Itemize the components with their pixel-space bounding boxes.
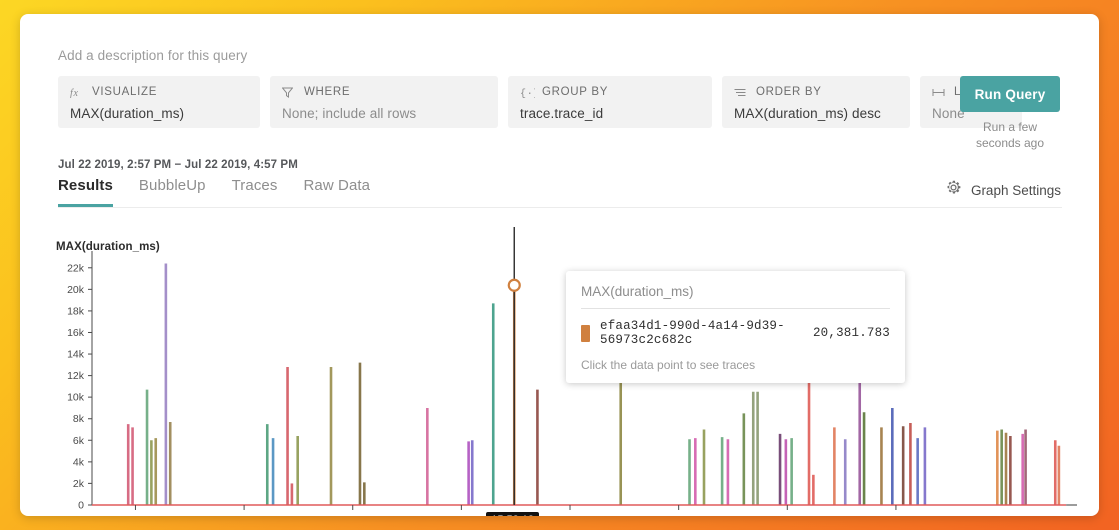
run-query-area: Run Query Run a few seconds ago: [960, 76, 1060, 152]
tab-results[interactable]: Results: [58, 177, 113, 207]
svg-text:20k: 20k: [67, 284, 85, 296]
svg-text:10k: 10k: [67, 392, 85, 404]
query-clause-where-header: WHERE: [282, 86, 486, 98]
gear-icon: [945, 179, 962, 201]
datapoint-tooltip: MAX(duration_ms) efaa34d1-990d-4a14-9d39…: [566, 271, 905, 383]
tooltip-color-swatch: [581, 324, 590, 342]
query-clause-where-label: WHERE: [304, 86, 351, 98]
svg-text:0: 0: [78, 500, 84, 512]
limit-icon: [932, 87, 947, 98]
query-clause-visualize-value: MAX(duration_ms): [70, 106, 185, 121]
tabs-divider: [58, 207, 1062, 208]
run-status-line-1: Run a few: [982, 120, 1038, 134]
svg-text:4k: 4k: [73, 456, 85, 468]
graph-settings-button[interactable]: Graph Settings: [945, 179, 1061, 201]
query-clause-groupby-value: trace.trace_id: [520, 106, 604, 121]
svg-text:14k: 14k: [67, 349, 85, 361]
run-status-line-2: seconds ago: [975, 135, 1045, 150]
query-clause-groupby-label: GROUP BY: [542, 86, 609, 98]
query-clause-orderby[interactable]: ORDER BY MAX(duration_ms) desc: [722, 76, 910, 128]
query-builder-row: fx VISUALIZE MAX(duration_ms) WHERE None…: [58, 76, 1022, 128]
filter-icon: [282, 87, 297, 98]
query-clause-visualize-label: VISUALIZE: [92, 86, 158, 98]
sort-icon: [734, 87, 749, 98]
tooltip-title: MAX(duration_ms): [581, 284, 890, 309]
query-clause-orderby-value: MAX(duration_ms) desc: [734, 106, 881, 121]
run-status: Run a few seconds ago: [960, 120, 1060, 152]
results-chart[interactable]: MAX(duration_ms) 0 2k 4k 6k 8k 10k 12k 14k 16k 18…: [20, 219, 1099, 516]
results-tabs: Results BubbleUp Traces Raw Data: [58, 177, 370, 207]
run-query-button[interactable]: Run Query: [960, 76, 1060, 112]
chart-plot-svg[interactable]: 02k4k6k8k10k12k14k16k18k20k22k15:0015:15…: [20, 219, 1099, 516]
tab-raw-data[interactable]: Raw Data: [303, 177, 370, 207]
query-clause-groupby-header: {·} GROUP BY: [520, 86, 700, 98]
tooltip-series-value: 20,381.783: [812, 326, 890, 340]
cursor-time-label: 15:52:18: [486, 512, 540, 516]
tooltip-hint: Click the data point to see traces: [581, 358, 756, 372]
svg-text:16k: 16k: [67, 327, 85, 339]
svg-text:18k: 18k: [67, 305, 85, 317]
query-results-card: Add a description for this query fx VISU…: [20, 14, 1099, 516]
tooltip-series-key: efaa34d1-990d-4a14-9d39-56973c2c682c: [600, 319, 785, 347]
tooltip-series-row: efaa34d1-990d-4a14-9d39-56973c2c682c 20,…: [581, 319, 890, 347]
svg-text:{·}: {·}: [520, 88, 535, 98]
svg-text:12k: 12k: [67, 370, 85, 382]
tab-traces[interactable]: Traces: [232, 177, 278, 207]
query-clause-where-value: None; include all rows: [282, 106, 417, 121]
time-range-label[interactable]: Jul 22 2019, 2:57 PM − Jul 22 2019, 4:57…: [58, 159, 298, 171]
function-icon: fx: [70, 87, 85, 98]
graph-settings-label: Graph Settings: [970, 182, 1061, 198]
svg-text:6k: 6k: [73, 435, 85, 447]
braces-icon: {·}: [520, 87, 535, 98]
svg-text:22k: 22k: [67, 262, 85, 274]
svg-text:8k: 8k: [73, 413, 85, 425]
tab-bubbleup[interactable]: BubbleUp: [139, 177, 206, 207]
query-clause-orderby-label: ORDER BY: [756, 86, 822, 98]
query-clause-visualize-header: fx VISUALIZE: [70, 86, 248, 98]
query-clause-groupby[interactable]: {·} GROUP BY trace.trace_id: [508, 76, 712, 128]
query-clause-where[interactable]: WHERE None; include all rows: [270, 76, 498, 128]
query-description-input[interactable]: Add a description for this query: [58, 48, 247, 63]
svg-text:fx: fx: [70, 88, 79, 98]
query-clause-orderby-header: ORDER BY: [734, 86, 898, 98]
svg-text:2k: 2k: [73, 478, 85, 490]
query-clause-visualize[interactable]: fx VISUALIZE MAX(duration_ms): [58, 76, 260, 128]
